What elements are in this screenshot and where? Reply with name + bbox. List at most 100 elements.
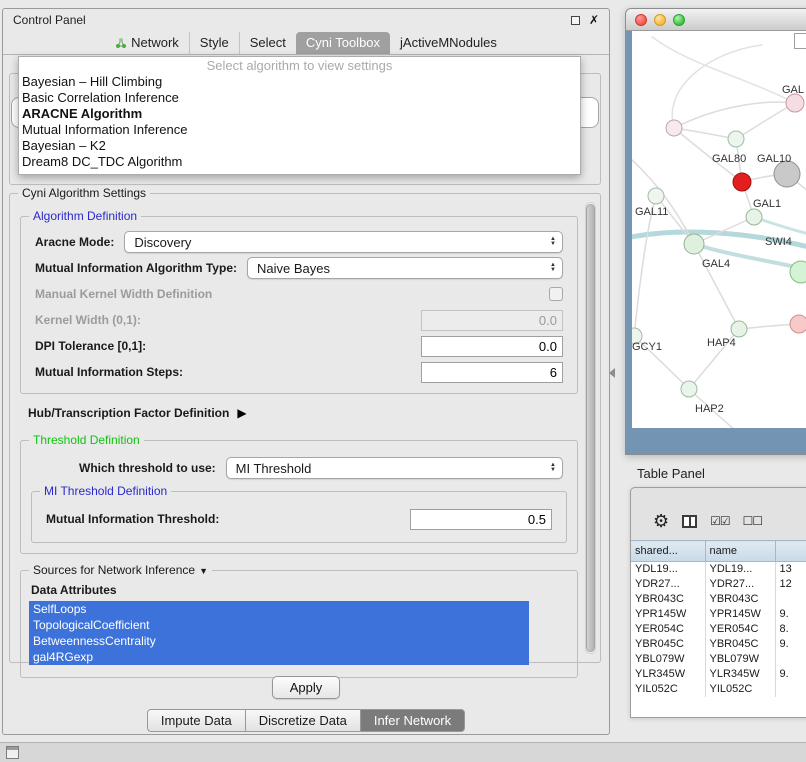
table-cell[interactable]: YER054C	[705, 622, 775, 637]
algorithm-option[interactable]: Bayesian – Hill Climbing	[19, 74, 580, 90]
network-node[interactable]	[790, 315, 806, 333]
table-column-header[interactable]: shared...	[631, 541, 705, 562]
algorithm-option[interactable]: Bayesian – K2	[19, 138, 580, 154]
network-node[interactable]	[666, 120, 682, 136]
table-cell[interactable]: YLR345W	[631, 667, 705, 682]
close-traffic-light[interactable]	[635, 14, 647, 26]
tab-cyni-toolbox[interactable]: Cyni Toolbox	[296, 32, 390, 54]
network-node[interactable]	[681, 381, 697, 397]
table-row[interactable]: YLR345WYLR345W9.	[631, 667, 806, 682]
network-node[interactable]	[684, 234, 704, 254]
table-cell[interactable]	[775, 682, 806, 697]
table-cell[interactable]: YDR27...	[631, 577, 705, 592]
table-row[interactable]: YDL19...YDL19...13	[631, 562, 806, 577]
table-cell[interactable]	[775, 592, 806, 607]
table-cell[interactable]: 12	[775, 577, 806, 592]
scrollbar-thumb[interactable]	[586, 204, 595, 652]
table-row[interactable]: YBR043CYBR043C	[631, 592, 806, 607]
table-column-header[interactable]: name	[705, 541, 775, 562]
table-cell[interactable]: YLR345W	[705, 667, 775, 682]
columns-icon[interactable]	[682, 515, 697, 528]
panel-splitter-handle[interactable]	[609, 368, 615, 378]
data-attribute-item[interactable]: SelfLoops	[29, 601, 529, 617]
table-cell[interactable]: YDL19...	[705, 562, 775, 577]
network-edge[interactable]	[736, 103, 795, 139]
tab-discretize-data[interactable]: Discretize Data	[245, 709, 361, 732]
table-cell[interactable]: YBL079W	[705, 652, 775, 667]
network-node[interactable]	[731, 321, 747, 337]
table-cell[interactable]: YER054C	[631, 622, 705, 637]
algorithm-option[interactable]: Basic Correlation Inference	[19, 90, 580, 106]
data-attribute-item[interactable]: gal4RGexp	[29, 649, 529, 665]
network-node[interactable]	[728, 131, 744, 147]
network-node[interactable]	[648, 188, 664, 204]
float-window-icon[interactable]	[571, 16, 580, 25]
aracne-mode-select[interactable]: Discovery ▲▼	[124, 231, 563, 253]
which-threshold-select[interactable]: MI Threshold ▲▼	[226, 457, 563, 479]
manual-kernel-checkbox[interactable]	[549, 287, 563, 301]
table-cell[interactable]: YBR043C	[705, 592, 775, 607]
table-cell[interactable]: YBR045C	[705, 637, 775, 652]
table-row[interactable]: YIL052CYIL052C	[631, 682, 806, 697]
table-row[interactable]: YBL079WYBL079W	[631, 652, 806, 667]
algorithm-option[interactable]: Mutual Information Inference	[19, 122, 580, 138]
tab-impute-data[interactable]: Impute Data	[147, 709, 246, 732]
scrollbar-corner[interactable]	[794, 33, 806, 49]
table-row[interactable]: YBR045CYBR045C9.	[631, 637, 806, 652]
table-cell[interactable]	[775, 652, 806, 667]
table-row[interactable]: YER054CYER054C8.	[631, 622, 806, 637]
tab-style[interactable]: Style	[189, 32, 239, 54]
table-cell[interactable]: 9.	[775, 667, 806, 682]
table-cell[interactable]: YIL052C	[705, 682, 775, 697]
table-row[interactable]: YPR145WYPR145W9.	[631, 607, 806, 622]
table-cell[interactable]: 9.	[775, 607, 806, 622]
table-cell[interactable]: YBL079W	[631, 652, 705, 667]
table-cell[interactable]: YPR145W	[705, 607, 775, 622]
table-column-header[interactable]	[775, 541, 806, 562]
algorithm-option[interactable]: Dream8 DC_TDC Algorithm	[19, 154, 580, 170]
tab-jactivemnodules[interactable]: jActiveMNodules	[390, 32, 507, 54]
apply-button[interactable]: Apply	[272, 676, 341, 699]
mi-threshold-input[interactable]	[410, 509, 552, 530]
algorithm-option[interactable]: ARACNE Algorithm	[19, 106, 580, 122]
table-cell[interactable]: YIL052C	[631, 682, 705, 697]
panel-dock-icon[interactable]	[6, 746, 19, 759]
table-cell[interactable]: YDL19...	[631, 562, 705, 577]
table-cell[interactable]: YPR145W	[631, 607, 705, 622]
mi-steps-input[interactable]	[421, 362, 563, 383]
kernel-width-input[interactable]	[421, 310, 563, 331]
tab-infer-network[interactable]: Infer Network	[360, 709, 465, 732]
data-attribute-item[interactable]: TopologicalCoefficient	[29, 617, 529, 633]
gear-icon[interactable]: ⚙	[653, 511, 669, 532]
network-node[interactable]	[733, 173, 751, 191]
table-cell[interactable]: 9.	[775, 637, 806, 652]
network-view-window: GALGAL80GAL10GAL11GAL1SWI4GAL4GCY1HAP4HA…	[625, 8, 806, 455]
minimize-traffic-light[interactable]	[654, 14, 666, 26]
network-node[interactable]	[786, 94, 804, 112]
network-canvas[interactable]: GALGAL80GAL10GAL11GAL1SWI4GAL4GCY1HAP4HA…	[632, 31, 806, 428]
algorithm-option-placeholder[interactable]: Select algorithm to view settings	[19, 58, 580, 74]
table-cell[interactable]: 8.	[775, 622, 806, 637]
select-all-columns-icon[interactable]: ☑☑	[710, 514, 730, 528]
network-node[interactable]	[746, 209, 762, 225]
table-row[interactable]: YDR27...YDR27...12	[631, 577, 806, 592]
table-cell[interactable]: YBR045C	[631, 637, 705, 652]
network-edge[interactable]	[694, 244, 739, 329]
deselect-all-columns-icon[interactable]: ☐☐	[743, 514, 763, 528]
sources-group-title[interactable]: Sources for Network Inference▼	[29, 563, 212, 577]
network-edge[interactable]	[674, 102, 795, 128]
close-icon[interactable]: ✗	[589, 15, 599, 25]
network-edge[interactable]	[652, 37, 795, 103]
table-cell[interactable]: YDR27...	[705, 577, 775, 592]
settings-scrollbar[interactable]	[585, 202, 596, 654]
hub-definition-expander[interactable]: Hub/Transcription Factor Definition ▶	[28, 406, 576, 420]
network-edge[interactable]	[674, 128, 736, 139]
data-attribute-item[interactable]: BetweennessCentrality	[29, 633, 529, 649]
dpi-tolerance-input[interactable]	[421, 336, 563, 357]
tab-network[interactable]: Network	[105, 32, 189, 54]
mi-algorithm-type-select[interactable]: Naive Bayes ▲▼	[247, 257, 563, 279]
tab-select[interactable]: Select	[239, 32, 296, 54]
table-cell[interactable]: 13	[775, 562, 806, 577]
table-cell[interactable]: YBR043C	[631, 592, 705, 607]
zoom-traffic-light[interactable]	[673, 14, 685, 26]
